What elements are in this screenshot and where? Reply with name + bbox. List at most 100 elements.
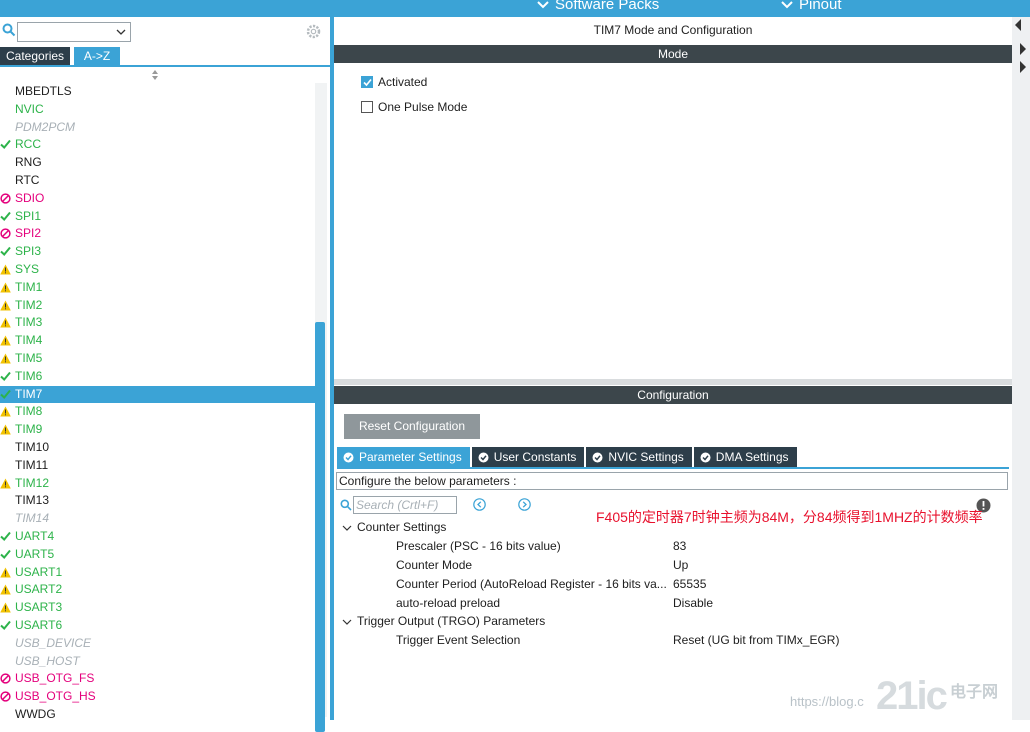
activated-option[interactable]: Activated <box>361 75 427 89</box>
peripheral-search-row <box>0 19 330 45</box>
peripheral-item-usart2[interactable]: USART2 <box>0 581 315 599</box>
peripheral-item-tim7[interactable]: TIM7 <box>0 385 315 404</box>
watermark-logo-text: 电子网 <box>950 684 999 701</box>
peripheral-item-uart5[interactable]: UART5 <box>0 546 315 564</box>
peripheral-item-usart6[interactable]: USART6 <box>0 617 315 635</box>
param-value[interactable]: 83 <box>673 539 686 553</box>
peripheral-label: SPI1 <box>15 208 42 223</box>
peripheral-label: WWDG <box>15 706 56 720</box>
sort-icon[interactable] <box>150 70 160 80</box>
one-pulse-checkbox[interactable] <box>361 101 373 113</box>
peripheral-item-tim5[interactable]: TIM5 <box>0 350 315 368</box>
panel-title: TIM7 Mode and Configuration <box>593 23 753 37</box>
peripheral-item-tim6[interactable]: TIM6 <box>0 368 315 386</box>
tab-user-constants[interactable]: User Constants <box>471 447 585 468</box>
check-icon <box>0 389 11 399</box>
peripheral-item-usb-device[interactable]: USB_DEVICE <box>0 635 315 653</box>
tab-parameter-settings[interactable]: Parameter Settings <box>337 447 470 468</box>
reset-configuration-button[interactable]: Reset Configuration <box>344 414 480 439</box>
peripheral-label: SPI3 <box>15 244 42 259</box>
peripheral-item-usb-host[interactable]: USB_HOST <box>0 653 315 671</box>
peripheral-label: TIM14 <box>15 511 50 526</box>
param-value[interactable]: Up <box>673 558 688 572</box>
peripheral-item-uart4[interactable]: UART4 <box>0 528 315 546</box>
peripheral-list: MBEDTLS NVIC PDM2PCM RCC RNG RTC SDIO SPI1 SPI2 S… <box>0 83 315 720</box>
check-icon <box>0 371 11 381</box>
peripheral-search-combo[interactable] <box>17 22 131 42</box>
next-match-icon[interactable] <box>518 498 531 511</box>
software-packs-menu[interactable]: Software Packs <box>537 0 659 13</box>
parameter-search-input[interactable]: Search (Crtl+F) <box>353 496 457 514</box>
peripheral-item-tim3[interactable]: TIM3 <box>0 314 315 332</box>
tab-a-to-z[interactable]: A->Z <box>74 47 120 65</box>
peripheral-item-pdm2pcm[interactable]: PDM2PCM <box>0 119 315 137</box>
peripheral-item-usb-otg-fs[interactable]: USB_OTG_FS <box>0 670 315 688</box>
peripheral-item-rtc[interactable]: RTC <box>0 172 315 190</box>
peripheral-item-tim9[interactable]: TIM9 <box>0 421 315 439</box>
scrollbar-thumb[interactable] <box>315 322 325 732</box>
tab-label: DMA Settings <box>715 450 789 464</box>
peripheral-item-tim13[interactable]: TIM13 <box>0 492 315 510</box>
previous-match-icon[interactable] <box>473 498 486 511</box>
chevron-down-icon[interactable] <box>342 617 352 627</box>
peripheral-item-tim14[interactable]: TIM14 <box>0 510 315 528</box>
peripheral-item-tim12[interactable]: TIM12 <box>0 475 315 493</box>
one-pulse-option[interactable]: One Pulse Mode <box>361 100 467 114</box>
mode-section-header: Mode <box>334 45 1012 63</box>
tab-underline <box>337 467 1009 469</box>
check-icon <box>0 140 11 150</box>
mode-configuration-panel: TIM7 Mode and Configuration Mode Activat… <box>334 17 1012 720</box>
peripheral-item-usb-otg-hs[interactable]: USB_OTG_HS <box>0 688 315 706</box>
chevron-down-icon[interactable] <box>116 27 126 37</box>
pinout-menu[interactable]: Pinout <box>781 0 842 13</box>
peripheral-label: RCC <box>15 137 41 152</box>
disabled-icon <box>0 691 11 702</box>
tab-dma-settings[interactable]: DMA Settings <box>693 447 797 468</box>
peripheral-item-sys[interactable]: SYS <box>0 261 315 279</box>
section-splitter[interactable] <box>334 379 1012 385</box>
group-counter-settings[interactable]: Counter Settings <box>357 520 446 534</box>
expand-right-icon[interactable] <box>1018 43 1028 55</box>
peripheral-item-tim10[interactable]: TIM10 <box>0 439 315 457</box>
peripheral-item-mbedtls[interactable]: MBEDTLS <box>0 83 315 101</box>
peripheral-item-usart1[interactable]: USART1 <box>0 564 315 582</box>
search-icon[interactable] <box>2 23 16 37</box>
peripheral-item-rng[interactable]: RNG <box>0 154 315 172</box>
gear-icon[interactable] <box>305 23 322 40</box>
peripheral-label: SYS <box>15 261 40 276</box>
param-value[interactable]: Reset (UG bit from TIMx_EGR) <box>673 633 839 647</box>
disabled-icon <box>0 228 11 240</box>
peripheral-item-spi3[interactable]: SPI3 <box>0 243 315 261</box>
peripheral-item-wwdg[interactable]: WWDG <box>0 706 315 720</box>
group-trigger-output[interactable]: Trigger Output (TRGO) Parameters <box>357 614 545 628</box>
peripheral-item-nvic[interactable]: NVIC <box>0 101 315 119</box>
warning-icon <box>0 567 11 578</box>
peripheral-label: NVIC <box>15 101 44 116</box>
configure-hint: Configure the below parameters : <box>336 472 1008 490</box>
collapse-left-icon[interactable] <box>1013 19 1023 31</box>
search-icon[interactable] <box>340 499 352 511</box>
peripheral-item-rcc[interactable]: RCC <box>0 136 315 154</box>
peripheral-item-tim8[interactable]: TIM8 <box>0 403 315 421</box>
activated-checkbox[interactable] <box>361 76 373 88</box>
peripheral-label: TIM9 <box>15 422 43 437</box>
tab-nvic-settings[interactable]: NVIC Settings <box>586 447 692 468</box>
peripheral-item-sdio[interactable]: SDIO <box>0 190 315 208</box>
expand-right-icon[interactable] <box>1018 61 1028 73</box>
peripheral-label: USB_DEVICE <box>15 635 92 650</box>
peripheral-item-tim2[interactable]: TIM2 <box>0 297 315 315</box>
check-circle-icon <box>478 452 489 463</box>
configuration-section-header: Configuration <box>334 386 1012 404</box>
peripheral-item-spi2[interactable]: SPI2 <box>0 225 315 243</box>
peripheral-item-usart3[interactable]: USART3 <box>0 599 315 617</box>
param-value[interactable]: Disable <box>673 596 713 610</box>
peripheral-item-tim1[interactable]: TIM1 <box>0 279 315 297</box>
param-name: auto-reload preload <box>396 596 501 610</box>
peripheral-item-spi1[interactable]: SPI1 <box>0 208 315 226</box>
param-value[interactable]: 65535 <box>673 577 706 591</box>
tab-categories[interactable]: Categories <box>0 47 71 65</box>
chevron-down-icon[interactable] <box>342 523 352 533</box>
peripheral-item-tim4[interactable]: TIM4 <box>0 332 315 350</box>
check-icon <box>363 78 372 87</box>
peripheral-item-tim11[interactable]: TIM11 <box>0 457 315 475</box>
